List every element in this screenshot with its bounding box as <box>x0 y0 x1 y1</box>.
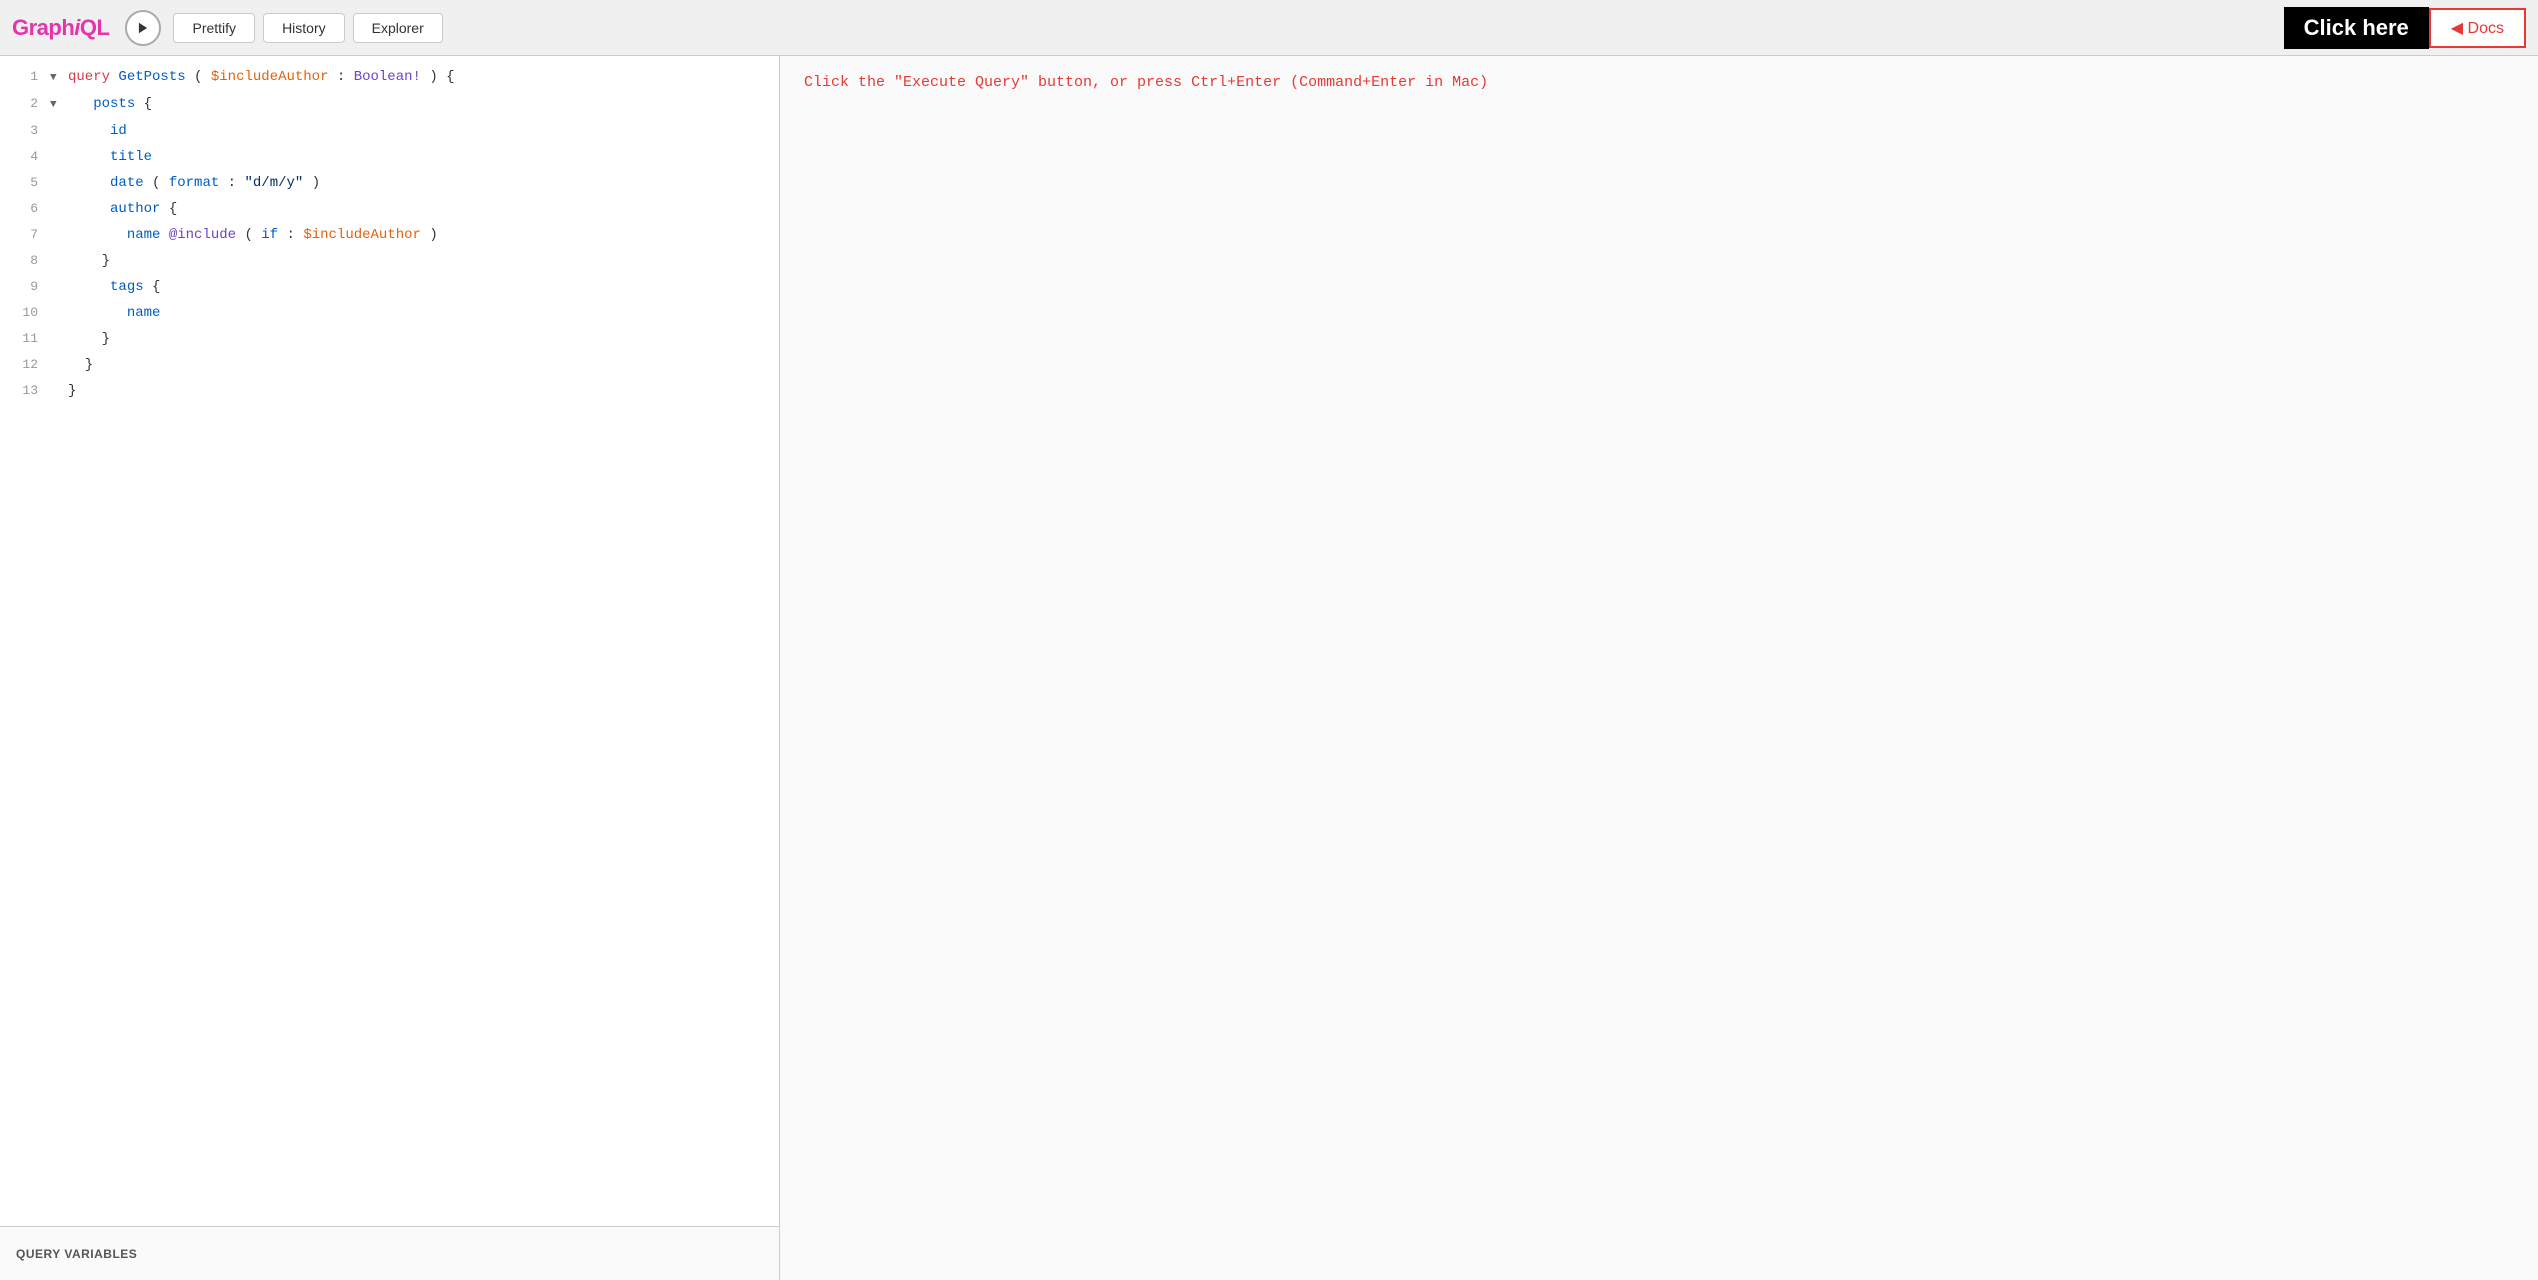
code-content-13: } <box>68 378 771 404</box>
click-here-badge: Click here <box>2284 7 2429 49</box>
line-arrow-2: ▼ <box>50 92 64 118</box>
code-content-6: author { <box>68 196 771 222</box>
code-line-11: 11 } <box>0 326 779 352</box>
line-num-11: 11 <box>8 326 38 352</box>
code-line-12: 12 } <box>0 352 779 378</box>
query-variables-label: QUERY VARIABLES <box>16 1247 137 1261</box>
line-num-13: 13 <box>8 378 38 404</box>
line-num-8: 8 <box>8 248 38 274</box>
line-num-9: 9 <box>8 274 38 300</box>
line-num-5: 5 <box>8 170 38 196</box>
code-content-2: posts { <box>68 91 771 117</box>
code-content-11: } <box>68 326 771 352</box>
code-content-4: title <box>68 144 771 170</box>
result-hint: Click the "Execute Query" button, or pre… <box>804 72 2514 95</box>
code-line-13: 13 } <box>0 378 779 404</box>
code-content-7: name @include ( if : $includeAuthor ) <box>68 222 771 248</box>
execute-button[interactable] <box>125 10 161 46</box>
docs-button[interactable]: ◀ Docs <box>2429 8 2526 48</box>
line-num-1: 1 <box>8 64 38 90</box>
prettify-button[interactable]: Prettify <box>173 13 255 43</box>
line-num-4: 4 <box>8 144 38 170</box>
line-num-10: 10 <box>8 300 38 326</box>
code-line-10: 10 name <box>0 300 779 326</box>
code-content-12: } <box>68 352 771 378</box>
code-editor[interactable]: 1 ▼ query GetPosts ( $includeAuthor : Bo… <box>0 56 779 1226</box>
history-button[interactable]: History <box>263 13 345 43</box>
code-line-7: 7 name @include ( if : $includeAuthor ) <box>0 222 779 248</box>
code-content-5: date ( format : "d/m/y" ) <box>68 170 771 196</box>
editor-panel: 1 ▼ query GetPosts ( $includeAuthor : Bo… <box>0 56 780 1280</box>
app-logo: GraphiQL <box>12 15 109 41</box>
line-num-2: 2 <box>8 91 38 117</box>
code-line-6: 6 author { <box>0 196 779 222</box>
line-num-12: 12 <box>8 352 38 378</box>
code-content-8: } <box>68 248 771 274</box>
code-line-4: 4 title <box>0 144 779 170</box>
main-content: 1 ▼ query GetPosts ( $includeAuthor : Bo… <box>0 56 2538 1280</box>
line-arrow-1: ▼ <box>50 65 64 91</box>
code-line-3: 3 id <box>0 118 779 144</box>
code-line-5: 5 date ( format : "d/m/y" ) <box>0 170 779 196</box>
explorer-button[interactable]: Explorer <box>353 13 443 43</box>
line-num-6: 6 <box>8 196 38 222</box>
line-num-3: 3 <box>8 118 38 144</box>
code-line-8: 8 } <box>0 248 779 274</box>
code-content-3: id <box>68 118 771 144</box>
query-variables-section[interactable]: QUERY VARIABLES <box>0 1226 779 1280</box>
code-line-1: 1 ▼ query GetPosts ( $includeAuthor : Bo… <box>0 64 779 91</box>
code-line-9: 9 tags { <box>0 274 779 300</box>
code-content-9: tags { <box>68 274 771 300</box>
line-num-7: 7 <box>8 222 38 248</box>
toolbar: GraphiQL Prettify History Explorer Click… <box>0 0 2538 56</box>
results-panel: Click the "Execute Query" button, or pre… <box>780 56 2538 1280</box>
code-content-10: name <box>68 300 771 326</box>
code-content-1: query GetPosts ( $includeAuthor : Boolea… <box>68 64 771 90</box>
code-line-2: 2 ▼ posts { <box>0 91 779 118</box>
